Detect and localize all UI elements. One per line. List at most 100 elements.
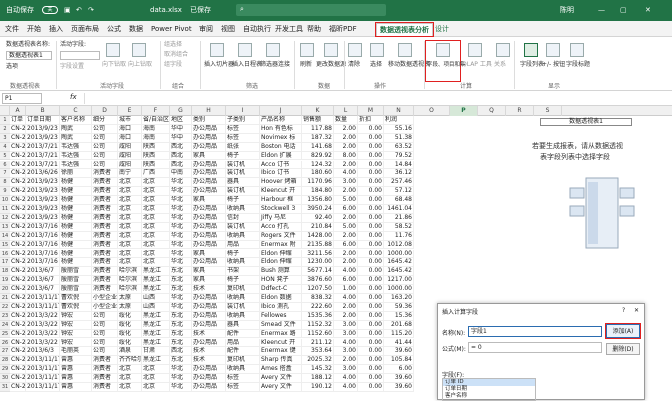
table-cell[interactable]: 齐齐哈尔	[118, 356, 142, 366]
table-cell[interactable]: 11.76	[384, 231, 414, 241]
table-cell[interactable]: 黑龙江	[142, 338, 170, 348]
table-cell[interactable]: 北京	[142, 178, 170, 188]
table-cell[interactable]: 184.80	[302, 187, 334, 197]
table-cell[interactable]: 4.00	[334, 374, 358, 383]
table-cell[interactable]: Smead 文件	[260, 320, 302, 330]
table-cell[interactable]: 山西	[142, 294, 170, 303]
table-cell[interactable]: 杨健	[60, 205, 92, 214]
table-cell[interactable]: 西北	[170, 347, 192, 357]
redo-icon[interactable]: ↷	[88, 5, 94, 16]
table-cell[interactable]: CN-2012-1	[10, 267, 26, 277]
table-cell[interactable]: 椅子	[226, 196, 260, 205]
table-cell[interactable]: 杨健	[60, 178, 92, 188]
tab-foxit-pdf[interactable]: 福昕PDF	[326, 23, 360, 36]
table-cell[interactable]: 绥化	[118, 320, 142, 330]
table-cell[interactable]: 公司	[92, 329, 118, 339]
table-cell[interactable]: 南宁	[118, 169, 142, 179]
table-cell[interactable]: 0.00	[358, 267, 384, 277]
table-cell[interactable]: 0.00	[358, 213, 384, 223]
options-button[interactable]: 选项	[6, 63, 18, 71]
table-cell[interactable]: 0.00	[358, 231, 384, 241]
table-cell[interactable]: 0.00	[358, 124, 384, 134]
refresh-icon[interactable]	[300, 43, 314, 57]
table-cell[interactable]: 办公用品	[192, 160, 226, 170]
table-cell[interactable]: CN-2012-1	[10, 213, 26, 223]
row-header[interactable]: 23	[0, 311, 10, 321]
table-cell[interactable]: 椅子	[226, 276, 260, 286]
pivot-name-input[interactable]: 数据透视表1	[6, 51, 52, 60]
table-cell[interactable]: 3.00	[334, 347, 358, 357]
table-cell[interactable]: 2135.88	[302, 240, 334, 250]
row-header[interactable]: 8	[0, 178, 10, 188]
table-cell[interactable]: 太原	[118, 302, 142, 312]
add-button[interactable]: 添加(A)	[605, 323, 641, 339]
table-cell[interactable]: 190.12	[302, 383, 334, 392]
table-cell[interactable]: 消费者	[92, 276, 118, 286]
olap-icon[interactable]	[468, 43, 482, 57]
table-cell[interactable]: 东北	[170, 267, 192, 277]
table-cell[interactable]: 华北	[170, 231, 192, 241]
table-cell[interactable]: 用品	[226, 240, 260, 250]
table-cell[interactable]: 公司	[92, 124, 118, 134]
table-cell[interactable]: CN-2012-1	[10, 258, 26, 268]
table-cell[interactable]: 办公用品	[192, 231, 226, 241]
table-cell[interactable]: 哈尔滨	[118, 276, 142, 286]
table-cell[interactable]: CN-2012-1	[10, 142, 26, 152]
table-cell[interactable]: 4.00	[334, 383, 358, 392]
tab-review[interactable]: 审阅	[196, 23, 216, 36]
tab-file[interactable]: 文件	[2, 23, 22, 36]
table-cell[interactable]: 北京	[142, 374, 170, 383]
table-cell[interactable]: 2013/3/22	[26, 320, 60, 330]
row-header[interactable]: 15	[0, 240, 10, 250]
table-cell[interactable]: 陕西	[142, 142, 170, 152]
table-cell[interactable]: 消费者	[92, 178, 118, 188]
table-cell[interactable]: 黑龙江	[142, 276, 170, 286]
table-cell[interactable]: 咸阳	[118, 142, 142, 152]
table-cell[interactable]: 0.00	[358, 302, 384, 312]
table-cell[interactable]: CN-2012-1	[10, 240, 26, 250]
table-cell[interactable]: 技术	[192, 356, 226, 366]
table-cell[interactable]: 海口	[118, 133, 142, 143]
table-cell[interactable]: 复印机	[226, 285, 260, 294]
table-cell[interactable]: 毛丽英	[60, 347, 92, 357]
autosave-toggle[interactable]: 关	[42, 6, 58, 14]
table-cell[interactable]: 0.00	[358, 383, 384, 392]
row-header[interactable]: 29	[0, 365, 10, 375]
table-cell[interactable]: CN-2012-1	[10, 222, 26, 232]
drill-up-icon[interactable]	[132, 43, 146, 57]
table-cell[interactable]: CN-2012-1	[10, 365, 26, 375]
table-cell[interactable]: 办公用品	[192, 374, 226, 383]
table-cell[interactable]: 2.00	[334, 133, 358, 143]
table-cell[interactable]: 2013/6/26	[26, 169, 60, 179]
table-cell[interactable]: 3.00	[334, 365, 358, 375]
table-cell[interactable]: 陶武	[60, 133, 92, 143]
table-cell[interactable]: 2025.32	[302, 356, 334, 366]
table-cell[interactable]: 6.00	[334, 240, 358, 250]
table-cell[interactable]: 2013/7/21	[26, 151, 60, 161]
tab-design[interactable]: 设计	[432, 23, 452, 36]
table-cell[interactable]: 188.12	[302, 374, 334, 383]
table-cell[interactable]: CN-2012-1	[10, 231, 26, 241]
table-cell[interactable]: 办公用品	[192, 302, 226, 312]
table-cell[interactable]: 2013/7/16	[26, 231, 60, 241]
table-header-cell[interactable]: 销售额	[302, 116, 334, 125]
table-cell[interactable]: 2.00	[334, 142, 358, 152]
table-cell[interactable]: 东北	[170, 329, 192, 339]
table-cell[interactable]: 1170.96	[302, 178, 334, 188]
table-cell[interactable]: 117.88	[302, 124, 334, 134]
column-header-e[interactable]: E	[118, 106, 142, 116]
table-cell[interactable]: 办公用品	[192, 187, 226, 197]
row-header[interactable]: 21	[0, 294, 10, 303]
table-cell[interactable]: 0.00	[358, 285, 384, 294]
table-cell[interactable]: 2013/9/23	[26, 196, 60, 205]
buttons-icon[interactable]	[546, 43, 560, 57]
table-cell[interactable]: 东北	[170, 320, 192, 330]
table-cell[interactable]: 4.00	[334, 294, 358, 303]
table-cell[interactable]: 装订机	[226, 160, 260, 170]
table-cell[interactable]: 华中	[170, 133, 192, 143]
table-cell[interactable]: 装订机	[226, 222, 260, 232]
table-cell[interactable]: 钟宏	[60, 320, 92, 330]
row-header[interactable]: 17	[0, 258, 10, 268]
table-cell[interactable]: 消费者	[92, 169, 118, 179]
table-cell[interactable]: 黑龙江	[142, 311, 170, 321]
